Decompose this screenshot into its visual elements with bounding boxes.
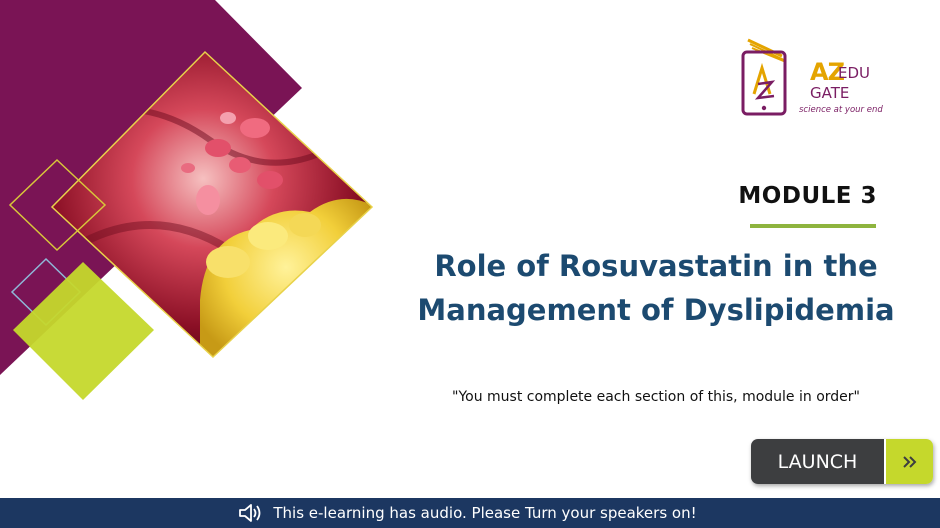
artery-hero-image xyxy=(0,0,374,400)
launch-button-label: LAUNCH xyxy=(751,439,884,484)
launch-button[interactable]: LAUNCH xyxy=(751,439,933,484)
course-title-line-1: Role of Rosuvastatin in the xyxy=(434,249,878,283)
module-label: MODULE 3 xyxy=(738,183,877,209)
logo-gate-text: GATE xyxy=(810,84,850,102)
course-title-slide: AZ EDU GATE science at your end MODULE 3… xyxy=(0,0,940,528)
audio-notice-text: This e-learning has audio. Please Turn y… xyxy=(273,504,697,522)
course-title: Role of Rosuvastatin in the Management o… xyxy=(400,244,912,332)
tablet-book-logo-icon xyxy=(741,38,787,116)
speaker-audio-icon xyxy=(239,504,261,522)
logo-tagline: science at your end xyxy=(799,105,883,115)
completion-note: "You must complete each section of this,… xyxy=(452,389,860,405)
module-underline xyxy=(750,224,876,228)
azedu-gate-logo: AZ EDU GATE science at your end xyxy=(738,34,898,124)
audio-notice-bar: This e-learning has audio. Please Turn y… xyxy=(0,498,940,528)
logo-edu-text: EDU xyxy=(838,64,871,82)
double-chevron-right-icon xyxy=(884,439,933,484)
course-title-line-2: Management of Dyslipidemia xyxy=(417,293,895,327)
